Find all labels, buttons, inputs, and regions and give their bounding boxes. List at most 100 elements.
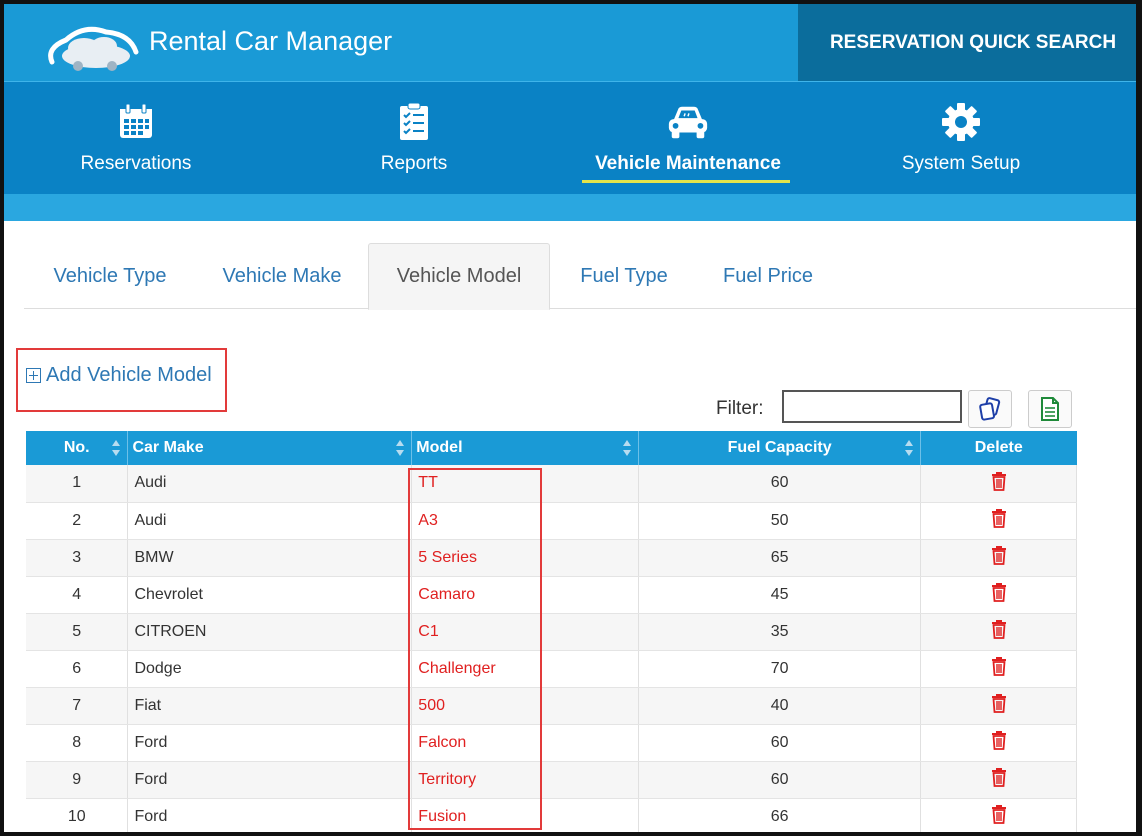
cell-model[interactable]: A3 (411, 502, 640, 540)
header-car-make[interactable]: Car Make (127, 431, 413, 465)
trash-icon[interactable] (990, 582, 1008, 607)
nav-label-reservations: Reservations (80, 153, 192, 174)
cell-car-make: Ford (127, 798, 413, 832)
cell-no: 3 (26, 539, 129, 577)
cell-no: 6 (26, 650, 129, 688)
cell-no: 7 (26, 687, 129, 725)
checklist-icon (392, 100, 436, 144)
document-icon (1041, 397, 1059, 421)
reservation-quick-search-button[interactable]: RESERVATION QUICK SEARCH (798, 4, 1136, 81)
tab-fuel-price[interactable]: Fuel Price (704, 243, 832, 309)
add-vehicle-model-link[interactable]: Add Vehicle Model (26, 364, 212, 387)
cell-model[interactable]: 5 Series (411, 539, 640, 577)
trash-icon[interactable] (990, 471, 1008, 496)
nav-item-reports[interactable]: Reports (284, 82, 544, 195)
cell-delete (920, 613, 1077, 651)
sort-icon (396, 440, 405, 456)
table-row: 4 Chevrolet Camaro 45 (26, 576, 1077, 614)
nav-label-vehicle-maintenance: Vehicle Maintenance (595, 153, 781, 174)
top-bar: Rental Car Manager RESERVATION QUICK SEA… (4, 4, 1136, 81)
export-csv-button[interactable] (1028, 390, 1072, 428)
cell-delete (920, 539, 1077, 577)
tab-vehicle-type[interactable]: Vehicle Type (32, 243, 188, 309)
sort-icon (112, 440, 121, 456)
table-row: 7 Fiat 500 40 (26, 687, 1077, 725)
header-delete-label: Delete (974, 439, 1023, 456)
active-nav-indicator (582, 180, 790, 183)
table-row: 6 Dodge Challenger 70 (26, 650, 1077, 688)
header-no[interactable]: No. (26, 431, 129, 465)
copy-icon (979, 397, 1001, 421)
table-row: 9 Ford Territory 60 (26, 761, 1077, 799)
app-title: Rental Car Manager (149, 26, 393, 56)
plus-square-icon (26, 368, 41, 383)
nav-item-reservations[interactable]: Reservations (6, 82, 266, 195)
cell-model[interactable]: Falcon (411, 724, 640, 762)
header-fuel-capacity[interactable]: Fuel Capacity (638, 431, 922, 465)
sort-icon (905, 440, 914, 456)
trash-icon[interactable] (990, 730, 1008, 755)
cell-delete (920, 687, 1077, 725)
cell-model[interactable]: C1 (411, 613, 640, 651)
trash-icon[interactable] (990, 804, 1008, 829)
cell-car-make: Dodge (127, 650, 413, 688)
trash-icon[interactable] (990, 619, 1008, 644)
cell-car-make: CITROEN (127, 613, 413, 651)
table-row: 10 Ford Fusion 66 (26, 798, 1077, 832)
cell-model[interactable]: 500 (411, 687, 640, 725)
cell-no: 2 (26, 502, 129, 540)
table-row: 8 Ford Falcon 60 (26, 724, 1077, 762)
cell-model[interactable]: Camaro (411, 576, 640, 614)
cell-fuel-capacity: 35 (638, 613, 922, 651)
sort-icon (623, 440, 632, 456)
vehicle-model-table: No. Car Make Model Fuel Capacity Delete (26, 431, 1077, 832)
main-nav: Reservations Reports Vehicle Maintenance… (4, 81, 1136, 195)
cell-delete (920, 465, 1077, 503)
header-fuel-capacity-label: Fuel Capacity (727, 439, 832, 456)
table-row: 1 Audi TT 60 (26, 465, 1077, 503)
cell-delete (920, 761, 1077, 799)
trash-icon[interactable] (990, 508, 1008, 533)
nav-item-system-setup[interactable]: System Setup (831, 82, 1091, 195)
cell-model[interactable]: Territory (411, 761, 640, 799)
header-delete: Delete (920, 431, 1077, 465)
gear-icon (939, 100, 983, 144)
nav-label-reports: Reports (380, 153, 448, 174)
trash-icon[interactable] (990, 767, 1008, 792)
cell-fuel-capacity: 60 (638, 724, 922, 762)
cell-car-make: Ford (127, 761, 413, 799)
nav-item-vehicle-maintenance[interactable]: Vehicle Maintenance (558, 82, 818, 195)
car-cloud-logo-icon (48, 26, 139, 71)
cell-delete (920, 502, 1077, 540)
header-no-label: No. (63, 439, 90, 456)
cell-no: 10 (26, 798, 129, 832)
filter-label: Filter: (716, 398, 764, 419)
table-header-row: No. Car Make Model Fuel Capacity Delete (26, 431, 1077, 465)
cell-model[interactable]: Challenger (411, 650, 640, 688)
trash-icon[interactable] (990, 693, 1008, 718)
car-icon (666, 100, 710, 144)
tab-fuel-type[interactable]: Fuel Type (560, 243, 688, 309)
header-model[interactable]: Model (411, 431, 640, 465)
cell-fuel-capacity: 60 (638, 465, 922, 503)
maintenance-tabs: Vehicle Type Vehicle Make Vehicle Model … (24, 243, 1136, 310)
cell-model[interactable]: Fusion (411, 798, 640, 832)
cell-fuel-capacity: 70 (638, 650, 922, 688)
trash-icon[interactable] (990, 545, 1008, 570)
cell-no: 4 (26, 576, 129, 614)
cell-model[interactable]: TT (411, 465, 640, 503)
cell-car-make: Ford (127, 724, 413, 762)
tab-vehicle-make[interactable]: Vehicle Make (204, 243, 360, 309)
header-model-label: Model (416, 439, 463, 456)
cell-car-make: Fiat (127, 687, 413, 725)
cell-delete (920, 576, 1077, 614)
trash-icon[interactable] (990, 656, 1008, 681)
nav-label-system-setup: System Setup (901, 153, 1021, 174)
cell-car-make: Chevrolet (127, 576, 413, 614)
table-row: 3 BMW 5 Series 65 (26, 539, 1077, 577)
cell-car-make: Audi (127, 465, 413, 503)
tab-vehicle-model[interactable]: Vehicle Model (368, 243, 550, 310)
filter-input[interactable] (782, 390, 962, 423)
copy-button[interactable] (968, 390, 1012, 428)
cell-no: 5 (26, 613, 129, 651)
